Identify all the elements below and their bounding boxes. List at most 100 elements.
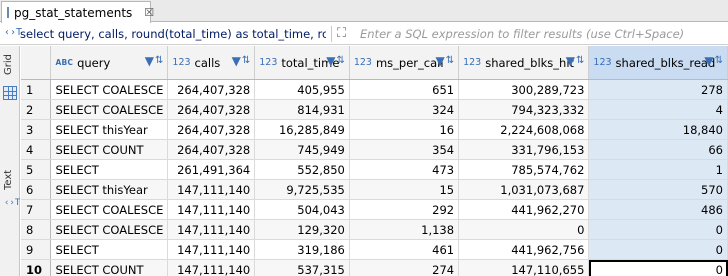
cell-calls[interactable]: 264,407,328 (167, 119, 256, 140)
cell-shared-blks-hit[interactable]: 147,110,655 (458, 259, 590, 276)
column-header-query[interactable]: ABC query ▼ ⇅ (50, 46, 169, 80)
cell-ms-per-call[interactable]: 274 (349, 259, 460, 276)
cell-calls[interactable]: 264,407,328 (167, 99, 256, 120)
cell-ms-per-call[interactable]: 651 (349, 79, 460, 100)
filter-icon[interactable]: ▼ (326, 55, 335, 67)
cell-total-time[interactable]: 405,955 (254, 79, 350, 100)
table-row[interactable]: 5 SELECT 261,491,364 552,850 473 785,574,762 1 (21, 159, 728, 180)
table-row[interactable]: 6 SELECT thisYear 147,111,140 9,725,535 15 1,… (21, 179, 728, 200)
cell-query[interactable]: SELECT thisYear (50, 179, 169, 200)
cell-total-time[interactable]: 552,850 (254, 159, 350, 180)
table-row[interactable]: 1 SELECT COALESCE 264,407,328 405,955 651 300… (21, 79, 728, 100)
row-number[interactable]: 8 (21, 219, 52, 240)
cell-shared-blks-hit[interactable]: 2,224,608,068 (458, 119, 590, 140)
cell-calls[interactable]: 147,111,140 (167, 259, 256, 276)
cell-shared-blks-hit[interactable]: 0 (458, 219, 590, 240)
text-view-tab[interactable]: Text (3, 166, 14, 194)
filter-icon[interactable]: ▼ (566, 55, 575, 67)
row-number[interactable]: 4 (21, 139, 52, 160)
filter-icon[interactable]: ▼ (232, 55, 241, 67)
cell-shared-blks-read[interactable]: 66 (588, 139, 728, 160)
cell-ms-per-call[interactable]: 15 (349, 179, 460, 200)
cell-shared-blks-read[interactable]: 0 (588, 259, 728, 276)
text-icon[interactable]: ‹›T (4, 198, 20, 208)
cell-total-time[interactable]: 745,949 (254, 139, 350, 160)
cell-query[interactable]: SELECT COALESCE (50, 79, 169, 100)
cell-shared-blks-read[interactable]: 278 (588, 79, 728, 100)
cell-calls[interactable]: 147,111,140 (167, 199, 256, 220)
row-number[interactable]: 5 (21, 159, 52, 180)
table-row[interactable]: 8 SELECT COALESCE 147,111,140 129,320 1,138 0… (21, 219, 728, 240)
row-number[interactable]: 10 (21, 259, 52, 276)
column-header-shared-blks-read[interactable]: 123 shared_blks_read ▼ ⇅ (588, 46, 728, 80)
expand-icon[interactable]: ⛶ (337, 26, 346, 41)
cell-query[interactable]: SELECT COUNT (50, 259, 169, 276)
cell-calls[interactable]: 264,407,328 (167, 79, 256, 100)
cell-shared-blks-hit[interactable]: 441,962,756 (458, 239, 590, 260)
cell-shared-blks-read[interactable]: 570 (588, 179, 728, 200)
filter-input[interactable]: Enter a SQL expression to filter results… (360, 27, 684, 41)
grid-view-tab[interactable]: Grid (3, 50, 14, 80)
cell-calls[interactable]: 264,407,328 (167, 139, 256, 160)
cell-shared-blks-hit[interactable]: 785,574,762 (458, 159, 590, 180)
cell-shared-blks-hit[interactable]: 300,289,723 (458, 79, 590, 100)
cell-calls[interactable]: 147,111,140 (167, 239, 256, 260)
cell-ms-per-call[interactable]: 1,138 (349, 219, 460, 240)
cell-total-time[interactable]: 537,315 (254, 259, 350, 276)
row-number[interactable]: 2 (21, 99, 52, 120)
filter-icon[interactable]: ▼ (435, 55, 444, 67)
column-header-total-time[interactable]: 123 total_time ▼ ⇅ (254, 46, 350, 80)
cell-ms-per-call[interactable]: 473 (349, 159, 460, 180)
column-header-shared-blks-hit[interactable]: 123 shared_blks_hit ▼ ⇅ (458, 46, 590, 80)
cell-total-time[interactable]: 504,043 (254, 199, 350, 220)
cell-total-time[interactable]: 129,320 (254, 219, 350, 240)
table-row[interactable]: 10 SELECT COUNT 147,111,140 537,315 274 147,1… (21, 259, 728, 276)
cell-total-time[interactable]: 16,285,849 (254, 119, 350, 140)
filter-icon[interactable]: ▼ (704, 55, 713, 67)
grid-icon[interactable] (3, 86, 17, 100)
sort-icon[interactable]: ⇅ (155, 56, 163, 66)
cell-calls[interactable]: 261,491,364 (167, 159, 256, 180)
cell-total-time[interactable]: 814,931 (254, 99, 350, 120)
cell-total-time[interactable]: 319,186 (254, 239, 350, 260)
cell-query[interactable]: SELECT COALESCE (50, 99, 169, 120)
cell-query[interactable]: SELECT COALESCE (50, 199, 169, 220)
cell-query[interactable]: SELECT COUNT (50, 139, 169, 160)
tab-pg-stat-statements[interactable]: pg_stat_statements ☒ (1, 1, 154, 23)
cell-shared-blks-hit[interactable]: 1,031,073,687 (458, 179, 590, 200)
row-number[interactable]: 6 (21, 179, 52, 200)
cell-ms-per-call[interactable]: 16 (349, 119, 460, 140)
cell-ms-per-call[interactable]: 324 (349, 99, 460, 120)
cell-shared-blks-hit[interactable]: 794,323,332 (458, 99, 590, 120)
cell-shared-blks-read[interactable]: 0 (588, 219, 728, 240)
cell-total-time[interactable]: 9,725,535 (254, 179, 350, 200)
sort-icon[interactable]: ⇅ (446, 56, 454, 66)
cell-shared-blks-read[interactable]: 486 (588, 199, 728, 220)
table-row[interactable]: 3 SELECT thisYear 264,407,328 16,285,849 16 2… (21, 119, 728, 140)
cell-query[interactable]: SELECT thisYear (50, 119, 169, 140)
cell-shared-blks-read[interactable]: 18,840 (588, 119, 728, 140)
filter-icon[interactable]: ▼ (145, 55, 154, 67)
column-header-ms-per-call[interactable]: 123 ms_per_call ▼ ⇅ (349, 46, 460, 80)
cell-calls[interactable]: 147,111,140 (167, 219, 256, 240)
sort-icon[interactable]: ⇅ (242, 56, 250, 66)
cell-shared-blks-read[interactable]: 0 (588, 239, 728, 260)
cell-query[interactable]: SELECT (50, 239, 169, 260)
column-header-calls[interactable]: 123 calls ▼ ⇅ (167, 46, 256, 80)
table-row[interactable]: 4 SELECT COUNT 264,407,328 745,949 354 331,79… (21, 139, 728, 160)
cell-ms-per-call[interactable]: 354 (349, 139, 460, 160)
table-row[interactable]: 9 SELECT 147,111,140 319,186 461 441,962,756 0 (21, 239, 728, 260)
cell-calls[interactable]: 147,111,140 (167, 179, 256, 200)
cell-query[interactable]: SELECT (50, 159, 169, 180)
cell-ms-per-call[interactable]: 461 (349, 239, 460, 260)
table-row[interactable]: 7 SELECT COALESCE 147,111,140 504,043 292 441… (21, 199, 728, 220)
row-number[interactable]: 3 (21, 119, 52, 140)
row-number[interactable]: 9 (21, 239, 52, 260)
sort-icon[interactable]: ⇅ (576, 56, 584, 66)
query-text[interactable]: select query, calls, round(total_time) a… (20, 27, 326, 41)
cell-shared-blks-read[interactable]: 4 (588, 99, 728, 120)
sort-icon[interactable]: ⇅ (715, 56, 723, 66)
cell-shared-blks-hit[interactable]: 331,796,153 (458, 139, 590, 160)
sort-icon[interactable]: ⇅ (336, 56, 344, 66)
table-row[interactable]: 2 SELECT COALESCE 264,407,328 814,931 324 794… (21, 99, 728, 120)
